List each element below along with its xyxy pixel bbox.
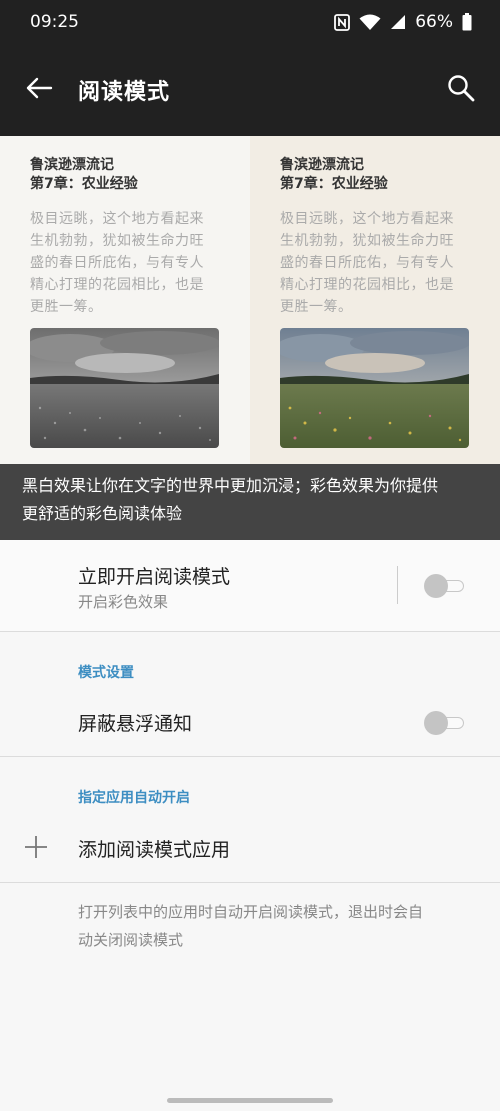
preview-color-panel: 鲁滨逊漂流记 第7章：农业经验 极目远眺，这个地方看起来 生机勃勃，犹如被生命力… [250, 136, 500, 464]
toggle-knob [424, 711, 448, 735]
battery-percent: 66% [415, 12, 453, 32]
add-app-label: 添加阅读模式应用 [78, 839, 231, 861]
book-chapter: 第7章：农业经验 [30, 176, 138, 192]
reading-mode-toggle[interactable] [424, 574, 466, 598]
caption-line: 黑白效果让你在文字的世界中更加沉浸；彩色效果为你提供 [22, 476, 439, 495]
book-title: 鲁滨逊漂流记 [30, 157, 114, 173]
text-line: 精心打理的花园相比，也是 [30, 277, 204, 293]
text-line: 更胜一筹。 [30, 299, 103, 315]
text-line: 生机勃勃，犹如被生命力旺 [280, 233, 454, 249]
nfc-icon [334, 13, 351, 31]
add-app-row[interactable]: 添加阅读模式应用 [0, 818, 500, 880]
landscape-bw-image [30, 328, 219, 448]
preview-bw-panel: 鲁滨逊漂流记 第7章：农业经验 极目远眺，这个地方看起来 生机勃勃，犹如被生命力… [0, 136, 250, 464]
book-text: 极目远眺，这个地方看起来 生机勃勃，犹如被生命力旺 盛的春日所庇佑，与有专人 精… [280, 208, 470, 318]
arrow-left-icon [25, 77, 53, 103]
text-line: 生机勃勃，犹如被生命力旺 [30, 233, 204, 249]
gesture-handle[interactable] [167, 1098, 333, 1103]
reading-mode-title: 立即开启阅读模式 [78, 566, 231, 588]
toggle-knob [424, 574, 448, 598]
vertical-divider [397, 566, 398, 604]
landscape-color-image [280, 328, 469, 448]
book-title: 鲁滨逊漂流记 [280, 157, 364, 173]
text-line: 更胜一筹。 [280, 299, 353, 315]
block-floating-label: 屏蔽悬浮通知 [78, 713, 193, 735]
divider [0, 756, 500, 757]
text-line: 盛的春日所庇佑，与有专人 [280, 255, 454, 271]
book-chapter: 第7章：农业经验 [280, 176, 388, 192]
app-bar: 阅读模式 [0, 44, 500, 136]
status-icons: 66% [334, 12, 472, 32]
plus-icon [24, 835, 48, 859]
battery-icon [462, 13, 472, 31]
text-line: 极目远眺，这个地方看起来 [280, 211, 454, 227]
status-bar: 09:25 66% [0, 0, 500, 44]
text-line: 精心打理的花园相比，也是 [280, 277, 454, 293]
search-icon [446, 73, 476, 107]
wifi-icon [359, 14, 381, 31]
book-text: 极目远眺，这个地方看起来 生机勃勃，犹如被生命力旺 盛的春日所庇佑，与有专人 精… [30, 208, 220, 318]
divider [0, 882, 500, 883]
footnote-line: 动关闭阅读模式 [78, 931, 184, 949]
caption-line: 更舒适的彩色阅读体验 [22, 504, 183, 523]
reading-mode-row[interactable]: 立即开启阅读模式 开启彩色效果 [0, 540, 500, 632]
block-floating-row[interactable]: 屏蔽悬浮通知 [0, 692, 500, 754]
auto-apps-section-label: 指定应用自动开启 [78, 790, 190, 806]
signal-icon [390, 14, 406, 30]
block-floating-toggle[interactable] [424, 711, 466, 735]
status-time: 09:25 [30, 12, 79, 32]
page-title: 阅读模式 [78, 80, 171, 105]
reading-mode-preview: 鲁滨逊漂流记 第7章：农业经验 极目远眺，这个地方看起来 生机勃勃，犹如被生命力… [0, 136, 500, 464]
text-line: 盛的春日所庇佑，与有专人 [30, 255, 204, 271]
mode-settings-section-label: 模式设置 [78, 665, 134, 681]
text-line: 极目远眺，这个地方看起来 [30, 211, 204, 227]
search-button[interactable] [422, 44, 500, 136]
preview-caption: 黑白效果让你在文字的世界中更加沉浸；彩色效果为你提供 更舒适的彩色阅读体验 [0, 464, 500, 540]
back-button[interactable] [0, 44, 78, 136]
auto-apps-footnote: 打开列表中的应用时自动开启阅读模式，退出时会自 动关闭阅读模式 [78, 898, 478, 954]
reading-mode-subtitle: 开启彩色效果 [78, 593, 169, 611]
footnote-line: 打开列表中的应用时自动开启阅读模式，退出时会自 [78, 903, 424, 921]
